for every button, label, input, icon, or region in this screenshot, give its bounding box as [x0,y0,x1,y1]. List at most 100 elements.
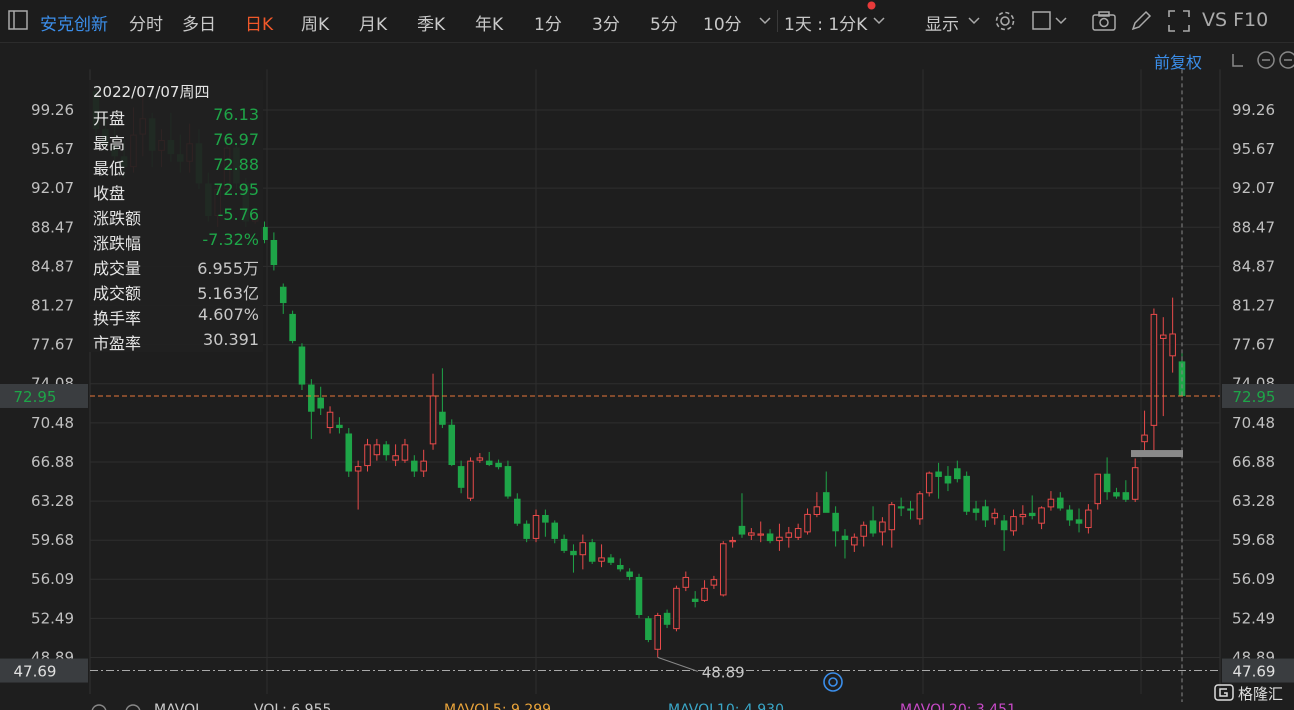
candle[interactable] [514,493,521,526]
candle[interactable] [382,441,390,461]
candle[interactable] [944,466,952,492]
candle[interactable] [1141,410,1148,451]
candle[interactable] [738,493,746,538]
candle[interactable] [476,453,484,463]
candle[interactable] [1169,297,1176,373]
candle[interactable] [326,406,334,434]
candle[interactable] [1066,505,1073,526]
candle[interactable] [991,508,999,525]
candle[interactable] [270,232,278,271]
candle[interactable] [757,521,764,543]
gear-icon[interactable] [994,10,1016,32]
candle[interactable] [776,523,783,551]
fullscreen-icon[interactable] [1168,10,1190,32]
vs-f10-button[interactable]: VS F10 [1202,9,1268,31]
candle[interactable] [673,585,680,632]
candle[interactable] [1103,457,1111,500]
candle[interactable] [1075,508,1083,533]
candle[interactable] [710,575,718,589]
candle[interactable] [448,419,456,467]
candle[interactable] [654,612,662,658]
candle[interactable] [364,438,371,472]
candle[interactable] [532,509,540,543]
candle[interactable] [373,438,381,461]
sidebar-toggle-icon[interactable] [8,10,28,30]
candle[interactable] [457,460,465,494]
candle[interactable] [785,526,793,548]
candle[interactable] [1159,317,1167,417]
candle[interactable] [298,343,306,390]
tab-period-1[interactable]: 多日 [182,10,216,35]
candle[interactable] [1038,506,1045,530]
close-icon[interactable] [124,703,142,710]
candle[interactable] [560,534,568,554]
candle[interactable] [317,386,324,415]
candle[interactable] [851,533,858,552]
candle[interactable] [354,460,362,510]
candle[interactable] [279,283,287,314]
stock-name[interactable]: 安克创新 [40,10,108,35]
candle[interactable] [645,616,652,643]
candle[interactable] [635,573,643,619]
candle[interactable] [308,379,315,439]
candle[interactable] [598,544,605,568]
chevron-down-icon[interactable] [759,16,771,26]
candle[interactable] [963,471,970,515]
tab-period-2[interactable]: 日K [245,10,273,35]
candle[interactable] [804,508,811,535]
candle[interactable] [523,520,530,543]
candle[interactable] [841,529,849,559]
candle[interactable] [467,457,474,501]
candle[interactable] [401,438,409,463]
candle[interactable] [907,500,914,520]
gear-icon[interactable] [90,703,108,710]
candle[interactable] [1113,487,1120,499]
candle[interactable] [935,462,942,499]
candle[interactable] [897,497,905,517]
candle[interactable] [719,541,727,597]
candle[interactable] [420,449,427,477]
candle[interactable] [411,455,418,477]
candle[interactable] [1057,492,1064,511]
interval-select[interactable]: 1天 : 1分K [784,10,867,35]
chevron-down-icon[interactable] [968,16,980,26]
candle[interactable] [869,506,877,537]
chevron-down-icon[interactable] [873,16,885,26]
candle[interactable] [626,568,633,581]
pencil-icon[interactable] [1130,10,1152,32]
candle[interactable] [682,571,690,592]
candle[interactable] [748,528,755,540]
tab-period-6[interactable]: 年K [475,10,503,35]
candle[interactable] [1028,495,1036,520]
candle[interactable] [336,417,343,434]
candle[interactable] [860,521,867,547]
tab-period-7[interactable]: 1分 [534,10,562,35]
candle[interactable] [1019,505,1027,525]
candle[interactable] [588,538,596,564]
candle[interactable] [982,499,989,527]
tab-period-10[interactable]: 10分 [703,10,742,35]
candle[interactable] [729,536,736,548]
candle[interactable] [1150,308,1158,452]
candle[interactable] [504,460,512,499]
candle[interactable] [691,591,699,608]
candle[interactable] [916,491,924,525]
candle[interactable] [570,544,577,573]
tab-period-0[interactable]: 分时 [129,10,163,35]
candle[interactable] [429,373,437,450]
tab-period-5[interactable]: 季K [417,10,445,35]
tab-period-3[interactable]: 周K [301,10,329,35]
candle[interactable] [822,471,830,513]
candle[interactable] [439,368,446,429]
tab-period-8[interactable]: 3分 [592,10,620,35]
candle[interactable] [542,509,549,537]
candle[interactable] [925,471,933,497]
display-menu[interactable]: 显示 [925,10,959,35]
candle[interactable] [289,310,296,344]
candle[interactable] [1131,458,1139,502]
camera-icon[interactable] [1092,10,1116,32]
candle[interactable] [766,529,774,544]
candle[interactable] [1000,515,1008,551]
tab-period-4[interactable]: 月K [359,10,387,35]
volume-title[interactable]: MAVOL [154,702,203,710]
